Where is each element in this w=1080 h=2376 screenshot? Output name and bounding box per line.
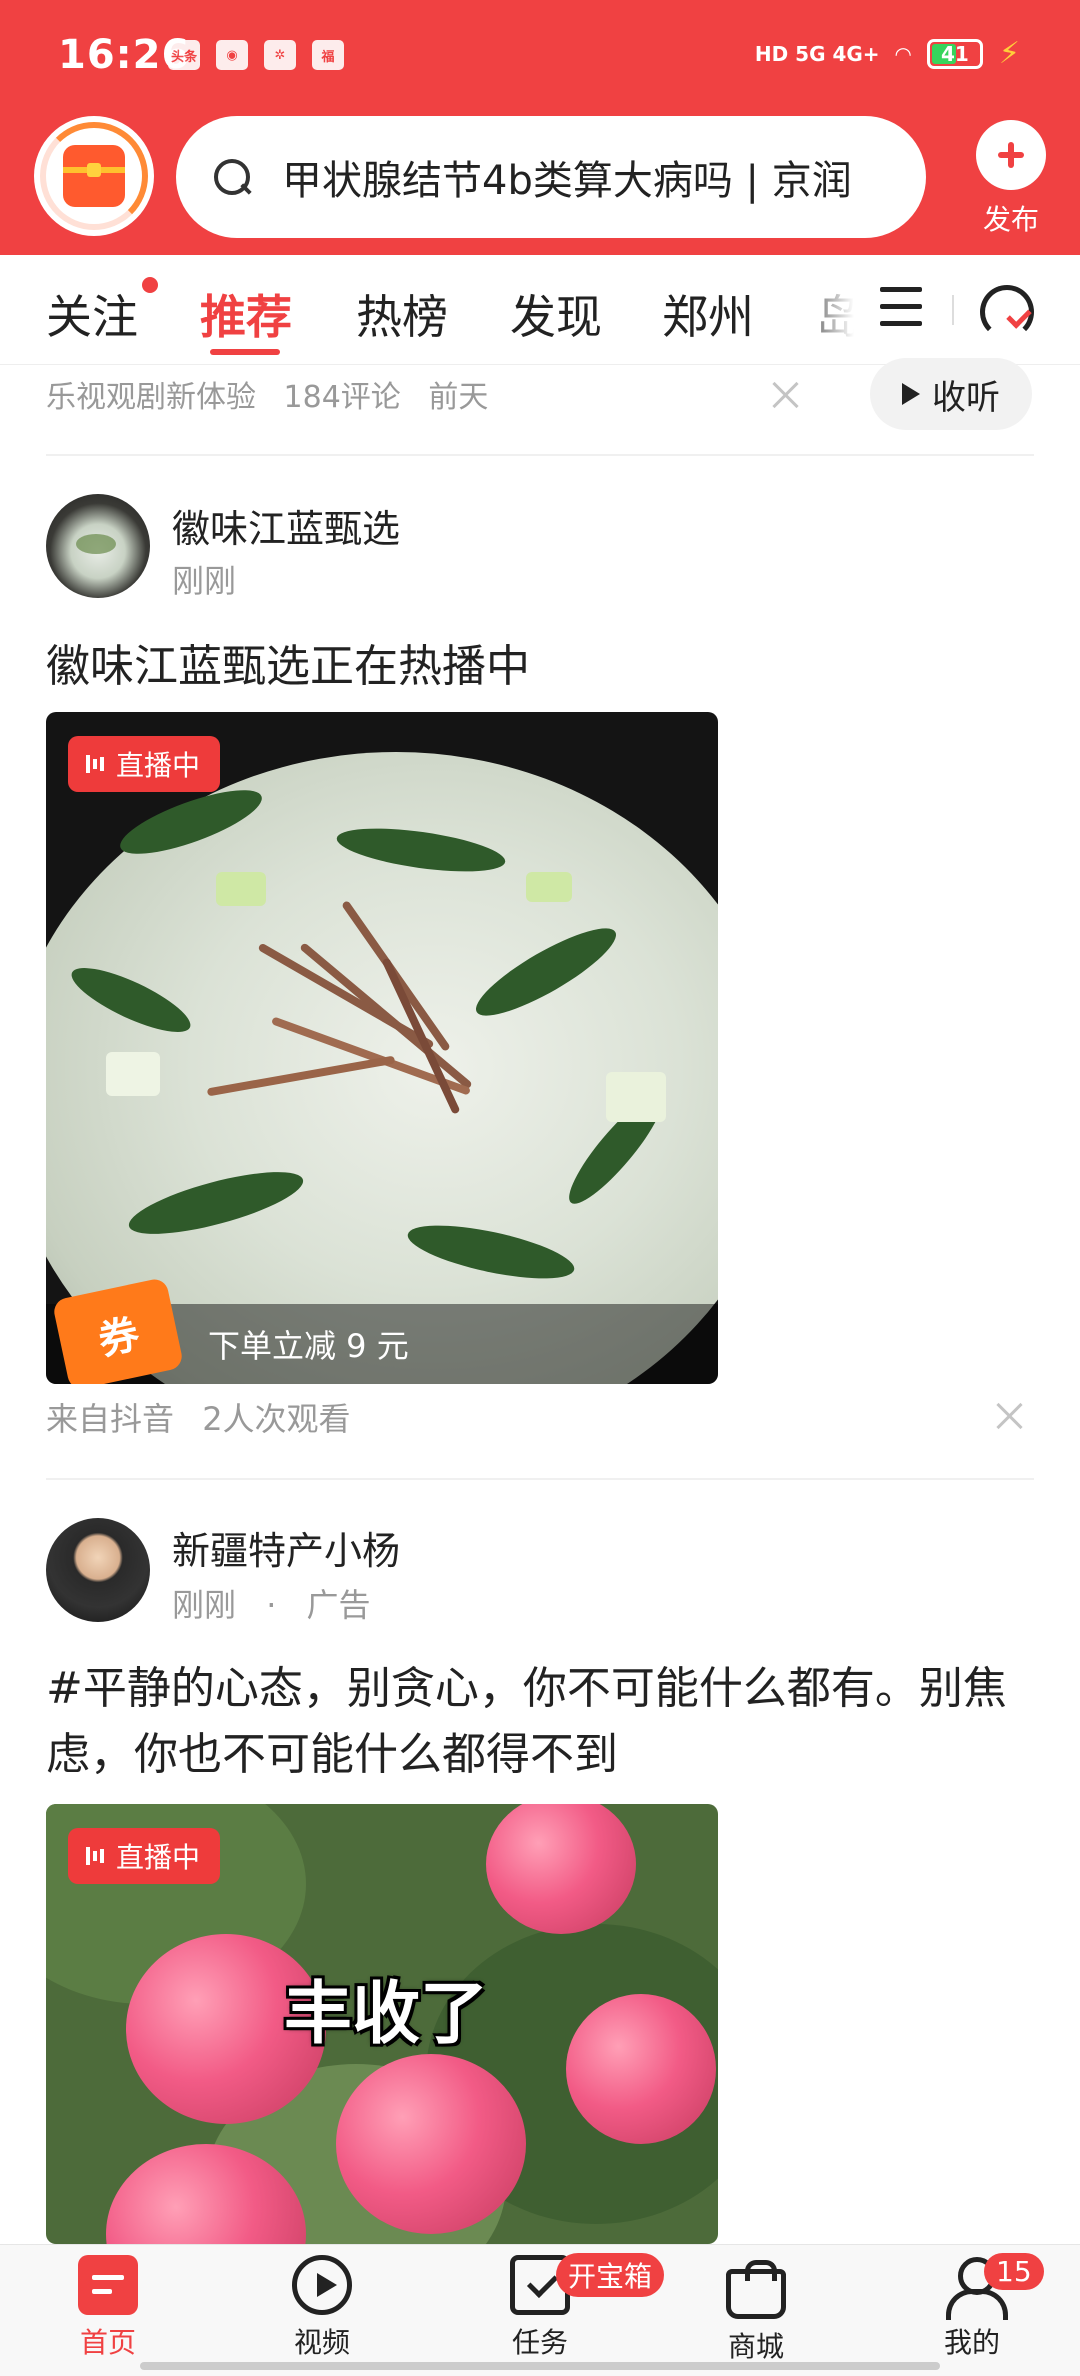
tab-recommend[interactable]: 推荐 xyxy=(200,281,292,347)
battery-level: 41 xyxy=(941,41,969,66)
tab-zhengzhou[interactable]: 郑州 xyxy=(662,281,754,347)
tab-divider xyxy=(952,295,954,325)
apple xyxy=(566,1994,716,2144)
red-packet-icon xyxy=(63,145,125,207)
dot-separator: · xyxy=(266,1586,277,1624)
battery-icon: 41 xyxy=(926,38,983,69)
fortune-notification-icon: 福 xyxy=(312,40,344,70)
toutiao-notification-icon: 头条 xyxy=(168,40,200,70)
nav-mall[interactable]: 商城 xyxy=(696,2255,816,2365)
play-icon xyxy=(902,383,920,405)
wifi-icon: ◠ xyxy=(895,41,911,66)
dislike-close-icon[interactable] xyxy=(772,380,800,408)
apple xyxy=(486,1804,636,1934)
search-icon xyxy=(212,157,252,197)
netease-notification-icon: ◉ xyxy=(216,40,248,70)
video-play-icon xyxy=(292,2255,352,2315)
network-signal-icon: HD 5G 4G+ xyxy=(754,41,880,66)
shopping-bag-icon xyxy=(726,2260,786,2319)
post-author[interactable]: 徽味江蓝甄选 xyxy=(172,498,400,553)
charging-icon: ⚡ xyxy=(998,36,1020,71)
shredded-beef xyxy=(206,899,506,1162)
app-notification-icon: ✲ xyxy=(264,40,296,70)
listen-label: 收听 xyxy=(932,377,1000,418)
tab-discover[interactable]: 发现 xyxy=(510,281,602,347)
live-label: 直播中 xyxy=(116,749,201,782)
prev-item-source: 乐视观剧新体验 xyxy=(46,380,256,415)
post-source: 来自抖音 xyxy=(46,1400,175,1438)
ad-tag: 广告 xyxy=(306,1586,371,1624)
avatar[interactable] xyxy=(46,494,150,598)
notification-count-badge: 15 xyxy=(984,2253,1044,2290)
feed-divider xyxy=(46,1478,1034,1480)
publish-label: 发布 xyxy=(982,203,1039,236)
status-bar: 16:26 头条 ◉ ✲ 福 HD 5G 4G+ ◠ 41 ⚡ xyxy=(0,0,1080,112)
post-title[interactable]: 徽味江蓝甄选正在热播中 xyxy=(46,634,1034,700)
coupon-text: 下单立减 9 元 xyxy=(208,1327,409,1365)
nav-mall-label: 商城 xyxy=(727,2330,784,2363)
post-title[interactable]: #平静的心态，别贪心，你不可能什么都有。别焦虑，你也不可能什么都得不到 xyxy=(46,1656,1034,1788)
app-header: 16:26 头条 ◉ ✲ 福 HD 5G 4G+ ◠ 41 ⚡ 甲状腺结节4b类… xyxy=(0,0,1080,255)
live-video-thumbnail[interactable]: 直播中 下单立减 9 元 券 xyxy=(46,712,718,1384)
status-right: HD 5G 4G+ ◠ 41 ⚡ xyxy=(755,36,1020,71)
channel-menu-icon[interactable] xyxy=(880,287,922,327)
prev-item-time: 前天 xyxy=(428,380,489,415)
active-tab-underline xyxy=(210,349,280,355)
red-packet-button[interactable] xyxy=(34,116,154,236)
apple xyxy=(336,2054,526,2234)
live-badge: 直播中 xyxy=(68,1828,221,1884)
plus-icon xyxy=(976,120,1046,190)
live-indicator-icon xyxy=(86,755,104,773)
nav-task-label: 任务 xyxy=(511,2326,568,2359)
listen-button[interactable]: 收听 xyxy=(870,358,1032,430)
post-source-row: 来自抖音 2人次观看 xyxy=(46,1394,351,1440)
live-label: 直播中 xyxy=(116,1841,201,1874)
video-overlay-text: 丰收了 xyxy=(284,1975,489,2054)
dislike-close-icon[interactable] xyxy=(996,1401,1024,1429)
nav-home-label: 首页 xyxy=(79,2326,136,2359)
unread-dot xyxy=(142,277,158,293)
post-time: 刚刚 xyxy=(172,1586,237,1624)
feed-divider xyxy=(46,454,1034,456)
home-indicator xyxy=(140,2362,940,2370)
live-badge: 直播中 xyxy=(68,736,221,792)
prev-item-comments: 184评论 xyxy=(283,380,401,415)
nav-home[interactable]: 首页 xyxy=(48,2255,168,2361)
publish-button[interactable]: 发布 xyxy=(956,120,1066,238)
bottom-navigation: 首页 视频 任务 开宝箱 商城 我的 15 xyxy=(0,2244,1080,2376)
search-bar[interactable]: 甲状腺结节4b类算大病吗 | 京润 xyxy=(176,116,926,238)
channel-tabs: 关注 推荐 热榜 发现 郑州 岛 xyxy=(0,255,1080,365)
notification-icons: 头条 ◉ ✲ 福 xyxy=(168,40,344,70)
post-views: 2人次观看 xyxy=(202,1400,351,1438)
nav-video-label: 视频 xyxy=(293,2326,350,2359)
post-author[interactable]: 新疆特产小杨 xyxy=(172,1520,400,1575)
treasure-box-badge: 开宝箱 xyxy=(556,2253,665,2297)
live-indicator-icon xyxy=(86,1847,104,1865)
search-hint-text: 甲状腺结节4b类算大病吗 | 京润 xyxy=(282,158,852,204)
home-icon xyxy=(78,2255,138,2315)
post-time-row: 刚刚 · 广告 xyxy=(172,1580,371,1626)
post-time: 刚刚 xyxy=(172,562,237,600)
tab-follow[interactable]: 关注 xyxy=(46,281,138,347)
avatar[interactable] xyxy=(46,1518,150,1622)
live-video-thumbnail[interactable]: 直播中 丰收了 xyxy=(46,1804,718,2244)
nav-video[interactable]: 视频 xyxy=(262,2255,382,2361)
tab-hot-list[interactable]: 热榜 xyxy=(356,281,448,347)
nav-mine-label: 我的 xyxy=(943,2326,1000,2359)
prev-item-meta: 乐视观剧新体验 184评论 前天 xyxy=(46,372,506,416)
headphones-icon[interactable] xyxy=(978,283,1034,339)
